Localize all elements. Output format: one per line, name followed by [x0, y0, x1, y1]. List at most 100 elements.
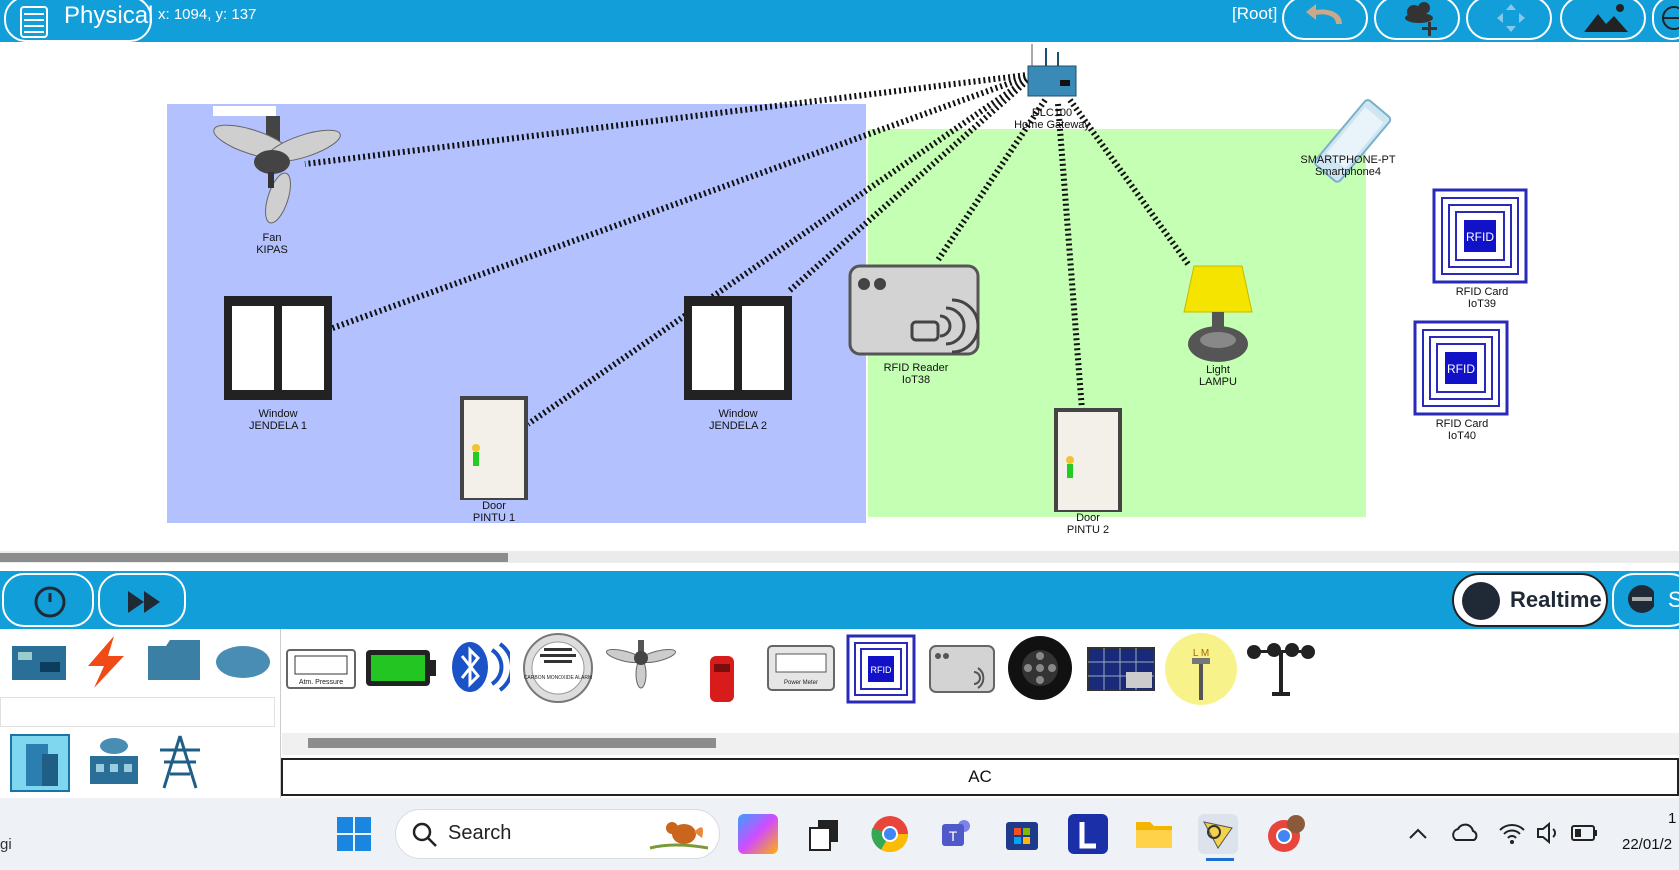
- device-ceiling-fan[interactable]: [604, 640, 678, 692]
- battery-status-icon[interactable]: [1570, 822, 1600, 844]
- show-hidden-icons-chevron[interactable]: [1406, 822, 1430, 846]
- svg-text:RFID: RFID: [871, 665, 892, 675]
- device-bluetooth[interactable]: [448, 640, 510, 694]
- rfid-card-1-device[interactable]: RFID: [1432, 188, 1528, 284]
- clock-icon: [1462, 582, 1500, 620]
- simulation-label: S: [1668, 587, 1679, 612]
- chrome-profile-icon[interactable]: [1266, 814, 1306, 854]
- svg-text:CARBON MONOXIDE ALARM: CARBON MONOXIDE ALARM: [524, 675, 592, 681]
- device-rfid-card[interactable]: RFID: [846, 634, 916, 704]
- category-multiuser[interactable]: [214, 640, 272, 682]
- home-gateway-device[interactable]: [1024, 44, 1080, 100]
- search-placeholder: Search: [448, 822, 512, 844]
- rfid-card-icon: RFID: [846, 634, 916, 704]
- cluster-button[interactable]: [1374, 0, 1460, 40]
- device-car[interactable]: [704, 652, 740, 706]
- rfid-reader-device[interactable]: [848, 264, 980, 358]
- cursor-coordinates: x: 1094, y: 137: [158, 6, 257, 23]
- chrome-icon[interactable]: [870, 814, 910, 854]
- wifi-icon[interactable]: [1498, 820, 1526, 846]
- category-search-field[interactable]: [0, 697, 275, 727]
- teams-icon[interactable]: T: [936, 814, 976, 854]
- simulation-mode-button[interactable]: S: [1612, 573, 1679, 627]
- task-view-icon[interactable]: [804, 814, 844, 854]
- solar-panel-icon: [1087, 647, 1155, 691]
- device-street-lamp[interactable]: L M: [1164, 632, 1238, 706]
- onedrive-icon[interactable]: [1450, 820, 1480, 846]
- start-button[interactable]: [336, 816, 372, 852]
- packet-tracer-icon[interactable]: [1198, 814, 1238, 854]
- subcategory-home[interactable]: [10, 734, 70, 792]
- smartphone-label: SMARTPHONE-PT Smartphone4: [1300, 154, 1396, 178]
- device-atm-pressure[interactable]: Atm. Pressure: [285, 648, 357, 690]
- window-1-device[interactable]: [224, 296, 332, 400]
- globe-button[interactable]: [1652, 0, 1679, 40]
- workspace-canvas[interactable]: DLC100 Home Gateway SMARTPHONE-PT Smartpho…: [0, 42, 1679, 544]
- subcategory-power-grid[interactable]: [154, 734, 206, 790]
- taskbar-time[interactable]: 1: [1668, 810, 1676, 827]
- power-meter-icon: Power Meter: [767, 645, 835, 691]
- layers-icon: [20, 6, 48, 38]
- canvas-scrollbar-thumb[interactable]: [0, 553, 508, 562]
- realtime-mode-button[interactable]: Realtime: [1452, 573, 1608, 627]
- rfid-reader-icon: [929, 645, 995, 693]
- device-battery[interactable]: [364, 646, 438, 690]
- category-misc[interactable]: [146, 638, 202, 684]
- device-speaker[interactable]: [1006, 634, 1074, 702]
- ceiling-fan-device[interactable]: [192, 116, 352, 236]
- l-app-icon[interactable]: [1068, 814, 1108, 854]
- device-solar-panel[interactable]: [1086, 646, 1156, 692]
- device-rfid-reader[interactable]: [928, 644, 996, 694]
- rfid-card-2-text: RFID: [1447, 362, 1475, 376]
- undo-button[interactable]: [1282, 0, 1368, 40]
- factory-icon: [90, 738, 138, 784]
- device-wind-sensor[interactable]: [1244, 640, 1318, 696]
- street-lamp-icon: L M: [1165, 633, 1237, 705]
- move-button[interactable]: [1466, 0, 1552, 40]
- smartphone-device[interactable]: [1308, 94, 1392, 194]
- building-icon: [26, 744, 58, 786]
- car-icon: [710, 656, 734, 702]
- physical-mode-button[interactable]: Physical: [4, 0, 153, 42]
- carbon-monoxide-alarm-icon: CARBON MONOXIDE ALARM: [523, 633, 593, 703]
- battery-icon: [366, 650, 436, 686]
- lightning-icon: [88, 636, 124, 688]
- taskbar-search[interactable]: Search: [395, 809, 720, 859]
- fast-forward-icon: [128, 591, 160, 613]
- board-icon: [12, 646, 66, 680]
- device-power-meter[interactable]: Power Meter: [766, 644, 836, 692]
- rfid-card-2-label: RFID Card IoT40: [1435, 418, 1489, 442]
- volume-icon[interactable]: [1534, 820, 1562, 846]
- file-explorer-icon[interactable]: [1134, 814, 1174, 854]
- speaker-icon: [1008, 636, 1072, 700]
- search-highlight-icon: [649, 822, 709, 850]
- root-breadcrumb[interactable]: [Root]: [1232, 4, 1277, 24]
- door-2-device[interactable]: [1054, 408, 1122, 512]
- window-2-device[interactable]: [684, 296, 792, 400]
- subcategory-smart-city[interactable]: [84, 734, 142, 788]
- window-1-label: Window JENDELA 1: [248, 408, 308, 432]
- rfid-card-2-device[interactable]: RFID: [1413, 320, 1509, 416]
- taskbar-date[interactable]: 22/01/2: [1622, 836, 1672, 853]
- light-device[interactable]: [1176, 262, 1260, 366]
- atm-pressure-icon: Atm. Pressure: [286, 649, 356, 689]
- reset-sim-button[interactable]: [2, 573, 94, 627]
- microsoft-store-icon[interactable]: [1002, 814, 1042, 854]
- undo-icon: [1306, 4, 1342, 24]
- device-co-alarm[interactable]: CARBON MONOXIDE ALARM: [522, 632, 594, 704]
- add-cluster-icon: [1405, 2, 1437, 36]
- fast-forward-button[interactable]: [98, 573, 186, 627]
- category-connections[interactable]: [80, 634, 132, 690]
- door-1-label: Door PINTU 1: [472, 500, 516, 524]
- svg-text:T: T: [949, 828, 958, 844]
- background-image-icon: [1584, 4, 1628, 32]
- search-icon: [412, 822, 437, 847]
- door-1-device[interactable]: [460, 396, 528, 500]
- device-scrollbar-thumb[interactable]: [308, 738, 716, 748]
- simulation-bar: [0, 571, 1679, 629]
- link-window2: [786, 71, 1037, 295]
- background-button[interactable]: [1560, 0, 1646, 40]
- copilot-app-icon[interactable]: [738, 814, 778, 854]
- light-label: Light LAMPU: [1199, 364, 1237, 388]
- category-components[interactable]: [10, 640, 68, 684]
